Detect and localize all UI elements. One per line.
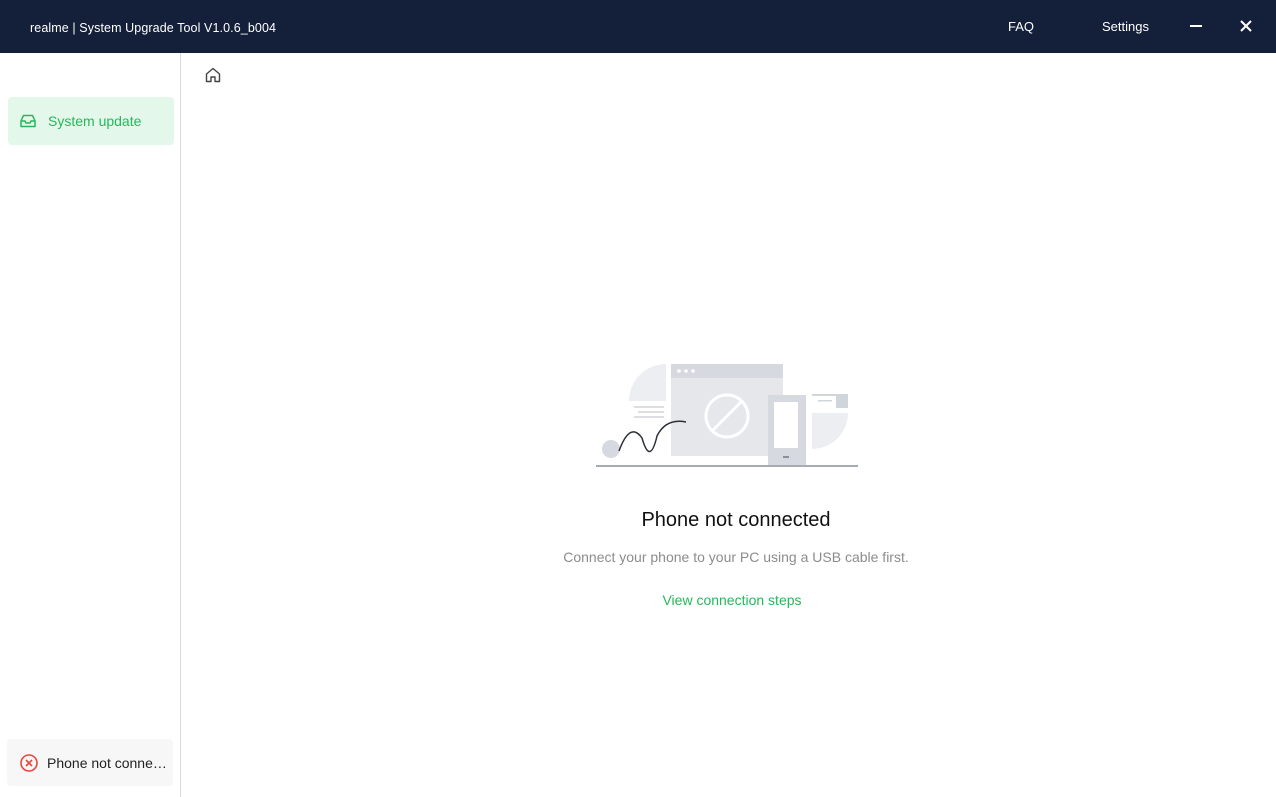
inbox-icon	[19, 112, 37, 130]
empty-state-description: Connect your phone to your PC using a US…	[563, 549, 909, 565]
sidebar: System update Phone not connected	[0, 53, 181, 797]
device-status-label: Phone not connected	[47, 754, 172, 771]
title-bar: realme | System Upgrade Tool V1.0.6_b004…	[0, 0, 1276, 53]
error-circle-icon	[19, 753, 39, 773]
minimize-icon	[1190, 25, 1202, 27]
device-status-card[interactable]: Phone not connected	[7, 739, 173, 786]
sidebar-item-label: System update	[48, 113, 142, 129]
minimize-button[interactable]	[1184, 14, 1208, 38]
sidebar-item-system-update[interactable]: System update	[8, 97, 174, 145]
close-icon	[1240, 20, 1252, 32]
main-content: Phone not connected Connect your phone t…	[182, 53, 1276, 797]
settings-menu-button[interactable]: Settings	[1102, 19, 1149, 34]
close-button[interactable]	[1234, 14, 1258, 38]
faq-menu-button[interactable]: FAQ	[1008, 19, 1034, 34]
app-title: realme | System Upgrade Tool V1.0.6_b004	[30, 21, 277, 35]
phone-disconnected-illustration	[596, 364, 858, 467]
home-button[interactable]	[203, 65, 223, 85]
home-icon	[205, 67, 221, 83]
view-connection-steps-link[interactable]: View connection steps	[182, 592, 1276, 608]
app-window: realme | System Upgrade Tool V1.0.6_b004…	[0, 0, 1276, 797]
empty-state-title: Phone not connected	[641, 509, 831, 531]
